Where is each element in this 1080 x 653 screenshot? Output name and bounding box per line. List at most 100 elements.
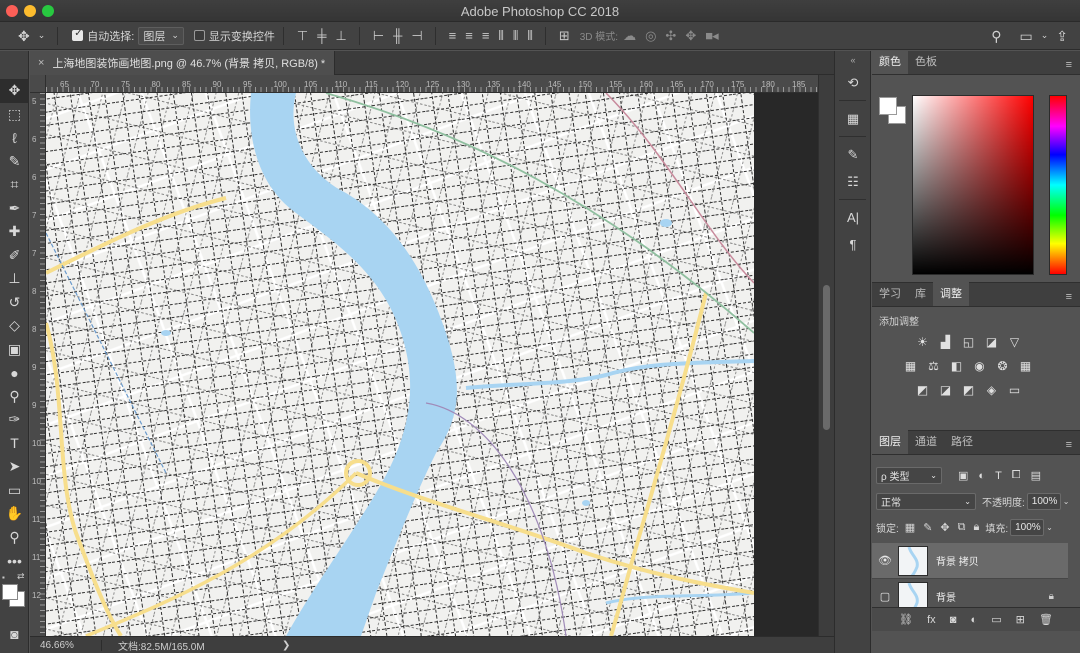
eraser-tool-icon[interactable]: ◇ xyxy=(0,314,29,338)
auto-select-dropdown[interactable]: 图层 ⌄ xyxy=(138,26,184,45)
hue-slider[interactable] xyxy=(1049,95,1067,275)
filter-adjustment-icon[interactable]: ◐ xyxy=(978,470,985,482)
ruler-corner[interactable] xyxy=(30,75,46,93)
brightness-icon[interactable]: ☀ xyxy=(914,333,931,350)
tab-paths[interactable]: 路径 xyxy=(944,430,980,454)
auto-align-icon[interactable]: ⊞ xyxy=(554,28,574,44)
posterize-icon[interactable]: ◪ xyxy=(937,381,954,398)
horizontal-ruler[interactable]: 65 70 75 80 85 90 95 100 105 110 115 120 125 130 135 14… xyxy=(46,75,818,93)
align-hcenter-icon[interactable]: ╫ xyxy=(388,28,406,43)
collapse-arrows-icon[interactable]: « xyxy=(835,51,871,69)
levels-icon[interactable]: ▟ xyxy=(937,333,954,350)
workspace-icon[interactable]: ▭ xyxy=(1015,29,1036,43)
color-picker-field[interactable] xyxy=(912,95,1034,275)
new-layer-icon[interactable]: ⊞ xyxy=(1016,613,1025,626)
align-left-icon[interactable]: ⊢ xyxy=(368,28,388,44)
swap-colors-icon[interactable]: ⇄ xyxy=(17,571,25,582)
move-tool-icon[interactable]: ✥ xyxy=(0,79,29,103)
layer-filter-dropdown[interactable]: ρ 类型 ⌄ xyxy=(876,467,942,484)
slide-3d-icon[interactable]: ✥ xyxy=(680,28,700,44)
dodge-tool-icon[interactable]: ⚲ xyxy=(0,385,29,409)
tab-adjustments[interactable]: 调整 xyxy=(933,282,969,306)
panel-menu-icon[interactable]: ≡ xyxy=(1066,291,1072,303)
foreground-color-swatch[interactable] xyxy=(879,97,897,115)
brush-tool-icon[interactable]: ✐ xyxy=(0,244,29,268)
scrollbar-thumb[interactable] xyxy=(823,285,830,430)
history-brush-tool-icon[interactable]: ↺ xyxy=(0,291,29,315)
opacity-input[interactable]: 100% xyxy=(1026,493,1061,510)
channel-mixer-icon[interactable]: ❂ xyxy=(994,357,1011,374)
tab-libraries[interactable]: 库 xyxy=(908,282,933,306)
history-panel-icon[interactable]: ⟲ xyxy=(835,69,871,96)
eyedropper-tool-icon[interactable]: ✒ xyxy=(0,197,29,221)
marquee-tool-icon[interactable]: ⬚ xyxy=(0,103,29,127)
hand-tool-icon[interactable]: ✋ xyxy=(0,502,29,526)
blur-tool-icon[interactable]: ● xyxy=(0,361,29,385)
pen-tool-icon[interactable]: ✑ xyxy=(0,408,29,432)
lock-position-icon[interactable]: ✥ xyxy=(940,521,949,534)
default-colors-icon[interactable]: ▪ xyxy=(2,573,5,582)
filter-pixel-icon[interactable]: ▣ xyxy=(958,469,968,482)
layer-name[interactable]: 背景 xyxy=(936,589,1049,604)
distribute-vcenter-icon[interactable]: ≡ xyxy=(460,28,477,43)
layer-style-icon[interactable]: fx xyxy=(927,614,936,626)
roll-3d-icon[interactable]: ◎ xyxy=(640,28,660,44)
zoom-tool-icon[interactable]: ⚲ xyxy=(0,526,29,550)
hue-saturation-icon[interactable]: ▦ xyxy=(902,357,919,374)
search-icon[interactable]: ⚲ xyxy=(987,29,1005,43)
distribute-hcenter-icon[interactable]: ⫴ xyxy=(508,28,522,44)
selective-color-icon[interactable]: ◈ xyxy=(983,381,1000,398)
clone-stamp-tool-icon[interactable]: ⊥ xyxy=(0,267,29,291)
document-tab[interactable]: × 上海地图装饰画地图.png @ 46.7% (背景 拷贝, RGB/8) * xyxy=(30,51,335,75)
paragraph-panel-icon[interactable]: ¶ xyxy=(835,231,871,258)
auto-select-checkbox[interactable] xyxy=(72,28,84,41)
quick-mask-icon[interactable]: ◙ xyxy=(0,623,29,647)
healing-brush-tool-icon[interactable]: ✚ xyxy=(0,220,29,244)
delete-layer-icon[interactable]: 🗑︎ xyxy=(1039,613,1053,626)
filter-shape-icon[interactable]: ⧠ xyxy=(1012,469,1021,482)
curves-icon[interactable]: ◱ xyxy=(960,333,977,350)
align-vcenter-icon[interactable]: ╪ xyxy=(312,28,330,43)
color-balance-icon[interactable]: ⚖ xyxy=(925,357,942,374)
align-right-icon[interactable]: ⊣ xyxy=(406,28,426,44)
color-swatches[interactable]: ▪ ⇄ xyxy=(0,571,28,623)
black-white-icon[interactable]: ◧ xyxy=(948,357,965,374)
quick-select-tool-icon[interactable]: ✎ xyxy=(0,150,29,174)
vertical-ruler[interactable]: 5 6 6 7 7 8 8 9 9 10 10 11 11 12 xyxy=(30,93,46,636)
drag-3d-icon[interactable]: ✣ xyxy=(660,28,680,44)
orbit-3d-icon[interactable]: ☁ xyxy=(618,28,640,44)
align-top-icon[interactable]: ⊤ xyxy=(292,28,312,44)
filter-type-icon[interactable]: T xyxy=(995,470,1002,482)
lock-icon[interactable]: 🔒︎ xyxy=(1049,591,1054,602)
lock-paint-icon[interactable]: ✎ xyxy=(923,521,932,534)
distribute-left-icon[interactable]: ⫴ xyxy=(493,28,507,44)
move-tool-icon[interactable]: ✥ xyxy=(14,29,34,43)
distribute-bottom-icon[interactable]: ≡ xyxy=(477,28,494,43)
foreground-color-swatch[interactable] xyxy=(2,583,18,600)
eye-hidden-icon[interactable]: ▢ xyxy=(872,590,898,603)
image-canvas[interactable] xyxy=(46,93,754,636)
type-tool-icon[interactable]: T xyxy=(0,432,29,456)
character-panel-icon[interactable]: A| xyxy=(835,204,871,231)
layer-name[interactable]: 背景 拷贝 xyxy=(936,553,1068,568)
show-transform-checkbox[interactable] xyxy=(193,30,205,41)
properties-panel-icon[interactable]: ☷ xyxy=(835,168,871,195)
chevron-down-icon[interactable]: ⌄ xyxy=(34,31,50,40)
blend-mode-dropdown[interactable]: 正常 ⌄ xyxy=(876,493,976,510)
photo-filter-icon[interactable]: ◉ xyxy=(971,357,988,374)
chevron-down-icon[interactable]: ⌄ xyxy=(1037,31,1053,40)
crop-tool-icon[interactable]: ⌗ xyxy=(0,173,29,197)
exposure-icon[interactable]: ◪ xyxy=(983,333,1000,350)
zoom-level[interactable]: 46.66% xyxy=(30,639,102,651)
panel-menu-icon[interactable]: ≡ xyxy=(1066,59,1072,71)
layer-row[interactable]: 👁︎ 背景 拷贝 xyxy=(872,543,1068,579)
3d-panel-icon[interactable]: ▦ xyxy=(835,105,871,132)
fill-input[interactable]: 100% xyxy=(1010,519,1045,536)
new-adjustment-icon[interactable]: ◐ xyxy=(970,614,977,626)
share-icon[interactable]: ⇪ xyxy=(1052,29,1072,43)
shape-tool-icon[interactable]: ▭ xyxy=(0,479,29,503)
gradient-tool-icon[interactable]: ▣ xyxy=(0,338,29,362)
align-bottom-icon[interactable]: ⊥ xyxy=(330,28,350,44)
threshold-icon[interactable]: ◩ xyxy=(960,381,977,398)
filter-smart-object-icon[interactable]: ▤ xyxy=(1031,469,1041,482)
